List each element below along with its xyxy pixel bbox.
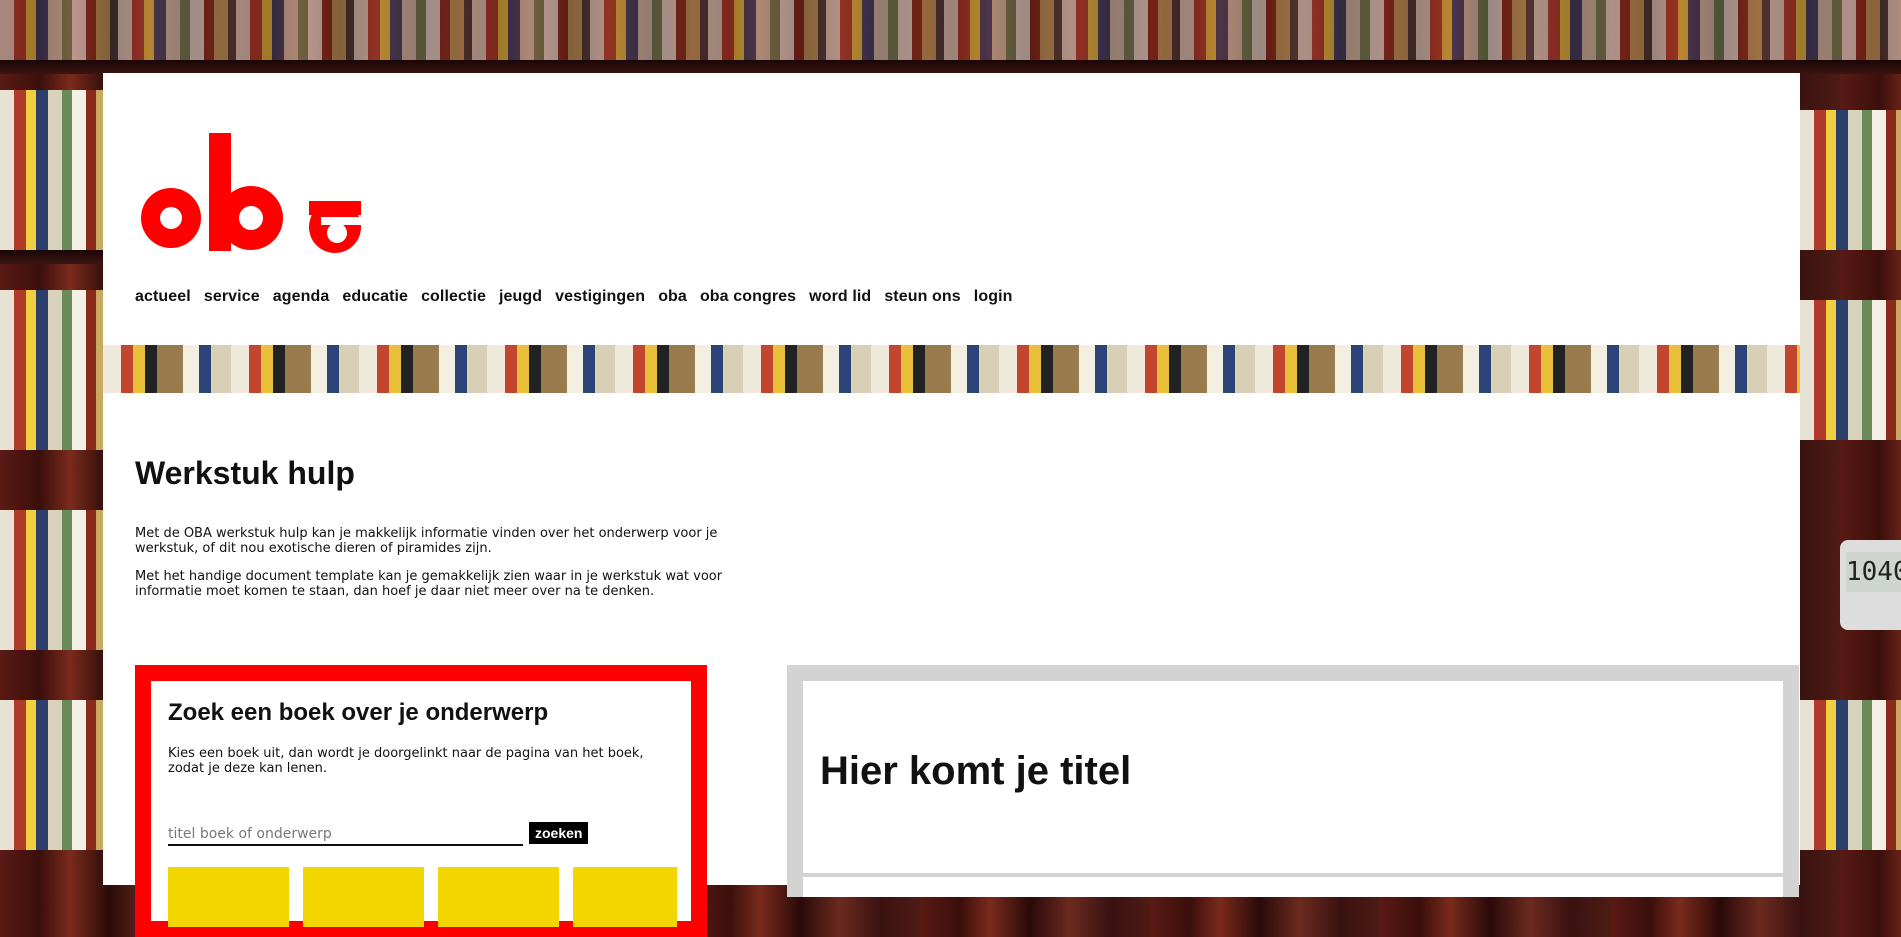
page-title: Werkstuk hulp [135, 455, 355, 491]
nav-item-oba-congres[interactable]: oba congres [700, 288, 796, 306]
document-template-section [787, 873, 1799, 897]
bookshelf-background-right-1 [1800, 110, 1901, 250]
alarm-clock-image: 1040 [1840, 540, 1901, 630]
nav-item-steun-ons[interactable]: steun ons [884, 288, 960, 306]
search-panel-description: Kies een boek uit, dan wordt je doorgeli… [168, 746, 644, 776]
nav-item-service[interactable]: service [204, 288, 260, 306]
intro-paragraph: Met het handige document template kan je… [135, 569, 723, 599]
bookshelf-background-right-3 [1800, 700, 1901, 850]
main-content: Werkstuk hulp Met de OBA werkstuk hulp k… [103, 393, 1800, 937]
clock-display: 1040 [1846, 552, 1901, 592]
nav-item-collectie[interactable]: collectie [421, 288, 486, 306]
nav-item-actueel[interactable]: actueel [135, 288, 191, 306]
nav-item-vestigingen[interactable]: vestigingen [555, 288, 645, 306]
book-result-tile[interactable] [168, 867, 289, 927]
bookshelf-background-left-2 [0, 290, 103, 450]
document-title[interactable]: Hier komt je titel [820, 749, 1131, 794]
nav-item-oba[interactable]: oba [658, 288, 687, 306]
book-result-tile[interactable] [303, 867, 424, 927]
search-input[interactable] [168, 824, 523, 846]
book-result-tile[interactable] [573, 867, 677, 927]
nav-item-jeugd[interactable]: jeugd [499, 288, 542, 306]
book-result-tile[interactable] [438, 867, 559, 927]
nav-item-agenda[interactable]: agenda [273, 288, 330, 306]
bookshelf-background-right-2 [1800, 300, 1901, 440]
site-header: actueel service agenda educatie collecti… [103, 73, 1800, 345]
intro-paragraph: Met de OBA werkstuk hulp kan je makkelij… [135, 526, 718, 556]
bookshelf-background-left-3 [0, 510, 103, 650]
oba-logo[interactable] [139, 133, 369, 263]
book-results [168, 867, 677, 927]
nav-item-login[interactable]: login [974, 288, 1013, 306]
document-section-body [803, 877, 1783, 897]
search-panel-title: Zoek een boek over je onderwerp [168, 699, 549, 726]
bookshelf-banner-image [103, 345, 1800, 393]
document-template-panel: Hier komt je titel [787, 665, 1799, 897]
nav-item-educatie[interactable]: educatie [342, 288, 408, 306]
bookshelf-background-left-1 [0, 90, 103, 250]
search-button[interactable]: zoeken [529, 822, 589, 844]
nav-item-word-lid[interactable]: word lid [809, 288, 871, 306]
intro-text: Met de OBA werkstuk hulp kan je makkelij… [135, 526, 725, 612]
bookshelf-background-left-4 [0, 700, 103, 850]
shelf-board [0, 60, 1901, 74]
main-navigation: actueel service agenda educatie collecti… [135, 288, 1026, 306]
book-search-panel: Zoek een boek over je onderwerp Kies een… [135, 665, 707, 937]
shelf-board [0, 250, 103, 264]
bookshelf-background-top [0, 0, 1901, 60]
